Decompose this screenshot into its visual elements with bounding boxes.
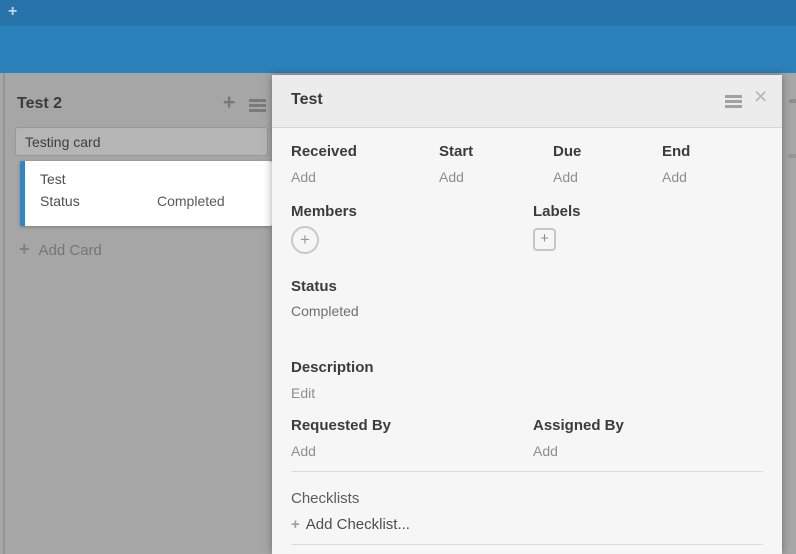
members-labels-row: Members + Labels + (291, 203, 763, 254)
divider (291, 544, 763, 545)
status-section: Status Completed (291, 278, 763, 320)
description-label: Description (291, 359, 763, 377)
add-board-icon[interactable]: + (8, 3, 17, 21)
plus-icon: + (540, 230, 549, 247)
end-label: End (662, 143, 690, 161)
card-detail-panel: Test × Received Add Start Add Due Add En… (272, 75, 782, 554)
end-add-link[interactable]: Add (662, 169, 690, 186)
add-member-button[interactable]: + (291, 226, 319, 254)
add-checklist-button[interactable]: + Add Checklist... (291, 516, 763, 534)
due-add-link[interactable]: Add (553, 169, 662, 186)
card-test[interactable]: Test Status Completed (20, 161, 272, 226)
status-value: Completed (291, 303, 763, 320)
start-add-link[interactable]: Add (439, 169, 553, 186)
add-label-button[interactable]: + (533, 228, 556, 251)
due-label: Due (553, 143, 662, 161)
offscreen-list-fragment (789, 99, 796, 103)
status-label: Status (291, 278, 763, 296)
list-add-icon[interactable]: + (223, 91, 235, 115)
assigned-by-label: Assigned By (533, 417, 624, 435)
close-icon[interactable]: × (754, 83, 767, 110)
description-edit-link[interactable]: Edit (291, 385, 763, 402)
card-field-label: Status (40, 193, 157, 209)
list-menu-icon[interactable] (249, 99, 266, 111)
board-header-bar (0, 26, 796, 75)
card-title: Test (40, 171, 272, 187)
card-detail-title: Test (291, 91, 323, 109)
add-card-button[interactable]: + Add Card (19, 239, 102, 260)
labels-label: Labels (533, 203, 581, 221)
card-menu-icon[interactable] (725, 95, 742, 107)
add-card-label: Add Card (39, 242, 102, 259)
card-field-value: Completed (157, 193, 225, 209)
description-section: Description Edit (291, 359, 763, 402)
add-checklist-label: Add Checklist... (306, 516, 410, 533)
plus-icon: + (291, 516, 300, 533)
received-add-link[interactable]: Add (291, 169, 439, 186)
card-detail-header: Test × (272, 75, 782, 128)
requested-by-label: Requested By (291, 417, 533, 435)
members-label: Members (291, 203, 533, 221)
app-header-bar: + (0, 0, 796, 26)
list-test-2: Test 2 + Test Status Completed + Add Card (0, 73, 272, 554)
plus-icon: + (19, 239, 30, 259)
card-detail-body: Received Add Start Add Due Add End Add M… (291, 128, 763, 545)
list-title: Test 2 (17, 95, 62, 113)
offscreen-list-fragment (788, 154, 796, 158)
received-label: Received (291, 143, 439, 161)
requested-by-add-link[interactable]: Add (291, 443, 533, 460)
dates-row: Received Add Start Add Due Add End Add (291, 143, 763, 186)
plus-icon: + (300, 230, 310, 249)
start-label: Start (439, 143, 553, 161)
new-card-input[interactable] (15, 127, 268, 156)
requested-assigned-row: Requested By Add Assigned By Add (291, 417, 763, 460)
checklists-label: Checklists (291, 490, 763, 508)
assigned-by-add-link[interactable]: Add (533, 443, 624, 460)
divider (291, 471, 763, 472)
